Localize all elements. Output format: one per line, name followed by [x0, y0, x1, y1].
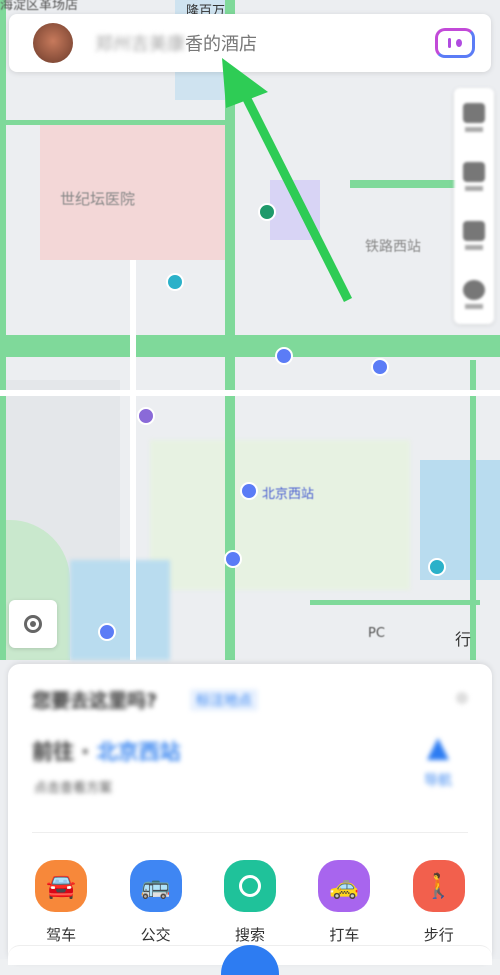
- mode-label: 驾车: [46, 926, 77, 944]
- search-placeholder-blurred: 郑州吉美康: [95, 34, 185, 55]
- navigate-arrow-icon: [427, 738, 449, 760]
- mode-drive[interactable]: 🚘 驾车: [26, 860, 96, 945]
- layers-button[interactable]: [463, 103, 485, 132]
- taxi-tool-button[interactable]: [463, 221, 485, 250]
- poi-marker[interactable]: [166, 273, 184, 291]
- taxi-icon: 🚕: [318, 860, 371, 912]
- map-label: 北京西站: [262, 487, 315, 502]
- mode-label: 步行: [423, 926, 454, 944]
- divider: [32, 832, 468, 833]
- map-tools-panel: [454, 88, 494, 324]
- report-button[interactable]: [463, 162, 485, 191]
- map-label: PC: [368, 626, 385, 641]
- poi-marker[interactable]: [428, 558, 446, 576]
- bus-icon: 🚌: [129, 860, 182, 912]
- destination-name: 北京西站: [96, 740, 181, 764]
- poi-marker[interactable]: [224, 550, 242, 568]
- report-icon: [463, 162, 485, 182]
- chat-icon: [463, 280, 485, 300]
- go-to-destination[interactable]: 前往 · 北京西站: [32, 736, 181, 766]
- locate-icon: [24, 615, 42, 633]
- map-label: 铁路西站: [365, 239, 421, 255]
- mode-walk[interactable]: 🚶 步行: [404, 860, 474, 945]
- map-label: 海淀区革场店: [0, 0, 79, 13]
- map-label: 世纪坛医院: [60, 190, 136, 208]
- mode-bus[interactable]: 🚌 公交: [121, 860, 191, 945]
- search-icon: [223, 860, 276, 912]
- car-icon: [463, 221, 485, 241]
- mode-label: 公交: [140, 926, 171, 944]
- mode-label: 搜索: [234, 926, 265, 944]
- navigate-label: 导航: [424, 773, 452, 789]
- layers-icon: [463, 103, 485, 123]
- poi-marker[interactable]: [98, 623, 116, 641]
- close-icon[interactable]: [456, 692, 468, 704]
- more-tool-button[interactable]: [463, 280, 485, 309]
- locate-button[interactable]: [9, 600, 57, 648]
- travel-modes: 🚘 驾车 🚌 公交 搜索 🚕 打车 🚶 步行: [8, 860, 492, 945]
- question-tag[interactable]: 标注地点: [190, 689, 258, 711]
- mode-taxi[interactable]: 🚕 打车: [309, 860, 379, 945]
- poi-marker[interactable]: [137, 407, 155, 425]
- poi-marker[interactable]: [371, 358, 389, 376]
- panel-question: 您要去这里吗?: [32, 690, 158, 712]
- car-icon: 🚘: [35, 860, 88, 912]
- navigate-button[interactable]: 导航: [424, 738, 452, 790]
- destination-panel: 您要去这里吗? 标注地点 前往 · 北京西站 点击查看方案 导航 🚘 驾车 🚌 公交…: [8, 664, 492, 964]
- search-query: 香的酒店: [185, 34, 257, 55]
- avatar[interactable]: [33, 23, 73, 63]
- go-prefix: 前往 ·: [32, 740, 97, 764]
- poi-marker[interactable]: [275, 347, 293, 365]
- map-label: 行: [455, 630, 472, 649]
- voice-assistant-icon[interactable]: [435, 28, 475, 58]
- poi-marker[interactable]: [258, 203, 276, 221]
- search-bar[interactable]: 郑州吉美康香的酒店: [9, 14, 491, 72]
- panel-subtitle: 点击查看方案: [34, 781, 113, 796]
- walk-icon: 🚶: [412, 860, 465, 912]
- mode-search[interactable]: 搜索: [215, 860, 285, 945]
- search-input[interactable]: 郑州吉美康香的酒店: [95, 30, 435, 56]
- poi-marker[interactable]: [240, 482, 258, 500]
- mode-label: 打车: [329, 926, 360, 944]
